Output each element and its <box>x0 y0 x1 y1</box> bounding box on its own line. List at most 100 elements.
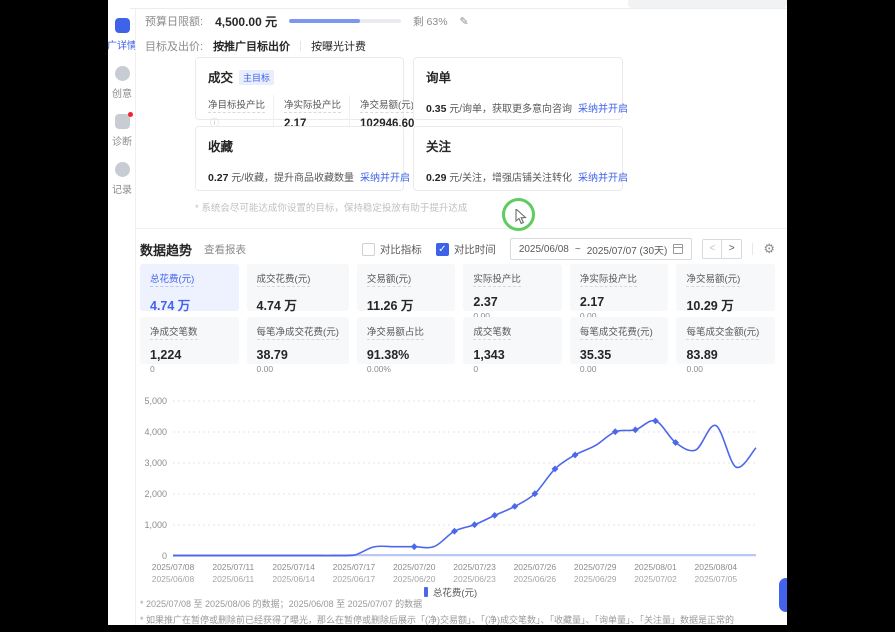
checkbox-unchecked-icon[interactable] <box>362 243 375 256</box>
side-nav-rail: 广详情创意诊断记录 <box>108 9 136 625</box>
chevron-right-icon[interactable]: > <box>722 240 741 258</box>
metric-value: 2.17 <box>580 295 659 309</box>
sidebar-item-diagnosis[interactable]: 诊断 <box>108 114 136 148</box>
metric-compare-value: 0 <box>473 364 552 374</box>
metric-card[interactable]: 每笔成交花费(元)35.350.00 <box>570 317 669 364</box>
data-point-marker[interactable] <box>491 512 498 519</box>
metric-card[interactable]: 净交易额占比91.38%0.00% <box>357 317 456 364</box>
data-point-marker[interactable] <box>511 503 518 510</box>
metric-value: 4.74 万 <box>150 295 229 314</box>
header-separator <box>752 243 753 255</box>
goal-cards: 成交主目标 净目标投产比ⓘ2.45✎净实际投产比2.17净交易额(元)10294… <box>195 57 623 191</box>
x-axis-tick-label-current: 2025/08/01 <box>634 562 677 572</box>
data-point-marker[interactable] <box>652 417 659 424</box>
sidebar-item-label: 诊断 <box>112 133 132 148</box>
compare-metric-checkbox[interactable]: 对比指标 <box>362 242 422 257</box>
checkbox-checked-icon[interactable]: ✓ <box>436 243 449 256</box>
adopt-enable-link[interactable]: 采纳并开启 <box>578 173 628 184</box>
mouse-cursor-icon <box>515 209 529 225</box>
metric-card[interactable]: 成交花费(元)4.74 万0.00 <box>247 264 349 311</box>
goal-stat-label: 净实际投产比 <box>284 97 341 113</box>
metric-card[interactable]: 每笔净成交花费(元)38.790.00 <box>247 317 349 364</box>
metric-card[interactable]: 实际投产比2.370.00 <box>463 264 562 311</box>
goal-card-body: 0.27 元/收藏，提升商品收藏数量采纳并开启 <box>208 169 391 184</box>
notification-dot <box>128 112 133 117</box>
primary-goal-badge: 主目标 <box>239 70 274 85</box>
gear-icon[interactable]: ⚙ <box>763 241 775 257</box>
tab-bid-by-goal[interactable]: 按推广目标出价 <box>213 38 290 54</box>
goal-note: * 系统会尽可能达成你设置的目标，保持稳定投放有助于提升达成 <box>195 200 467 214</box>
data-point-marker[interactable] <box>471 521 478 528</box>
chevron-left-icon[interactable]: < <box>703 240 722 258</box>
goal-card-title: 成交 <box>208 67 233 86</box>
content-panel: 广详情创意诊断记录 预算日限额: 4,500.00 元 剩 63% ✎ 目标及出… <box>108 0 787 625</box>
metric-label: 实际投产比 <box>473 271 521 287</box>
x-axis-tick-label-current: 2025/07/26 <box>514 562 557 572</box>
goal-card-favorite: 收藏 0.27 元/收藏，提升商品收藏数量采纳并开启 <box>195 126 404 191</box>
tab-bid-by-impression[interactable]: 按曝光计费 <box>311 38 366 54</box>
metric-label: 每笔成交金额(元) <box>686 324 759 340</box>
budget-edit-icon[interactable]: ✎ <box>460 15 469 28</box>
metric-label: 总花费(元) <box>150 271 194 287</box>
data-point-marker[interactable] <box>632 426 639 433</box>
compare-time-checkbox[interactable]: ✓ 对比时间 <box>436 242 496 257</box>
adopt-enable-link[interactable]: 采纳并开启 <box>360 173 410 184</box>
metric-label: 每笔净成交花费(元) <box>257 324 339 340</box>
metric-value: 35.35 <box>580 348 659 362</box>
x-axis-tick-label-compare: 2025/06/20 <box>393 574 436 584</box>
metric-card[interactable]: 净成交笔数1,2240 <box>140 317 239 364</box>
goal-rate: 0.27 <box>208 172 228 184</box>
metric-value: 38.79 <box>257 348 339 362</box>
y-axis-tick-label: 4,000 <box>144 427 167 437</box>
metric-label: 成交花费(元) <box>257 271 311 287</box>
data-point-marker[interactable] <box>411 543 418 550</box>
sidebar-item-history[interactable]: 记录 <box>108 162 136 196</box>
data-point-marker[interactable] <box>612 428 619 435</box>
metric-card[interactable]: 净交易额(元)10.29 万0.00 <box>676 264 775 311</box>
metric-cards: 总花费(元)4.74 万0.00成交花费(元)4.74 万0.00交易额(元)1… <box>140 264 775 364</box>
metric-card[interactable]: 交易额(元)11.26 万0.00 <box>357 264 456 311</box>
goal-card-title: 收藏 <box>208 136 233 155</box>
section-divider <box>136 228 787 229</box>
goal-card-title: 关注 <box>426 136 451 155</box>
adopt-enable-link[interactable]: 采纳并开启 <box>578 104 628 115</box>
metric-label: 净交易额占比 <box>367 324 424 340</box>
trend-title: 数据趋势 <box>140 240 192 259</box>
compare-metric-label: 对比指标 <box>380 242 422 257</box>
x-axis-tick-label-compare: 2025/07/05 <box>695 574 738 584</box>
x-axis-tick-label-current: 2025/07/17 <box>333 562 376 572</box>
x-axis-tick-label-compare: 2025/06/14 <box>272 574 315 584</box>
x-axis-tick-label-current: 2025/07/14 <box>272 562 315 572</box>
metric-label: 净实际投产比 <box>580 271 637 287</box>
data-point-marker[interactable] <box>572 452 579 459</box>
creative-icon <box>115 66 130 81</box>
metric-value: 1,224 <box>150 348 229 362</box>
x-axis-tick-label-compare: 2025/06/23 <box>453 574 496 584</box>
metric-card[interactable]: 成交笔数1,3430 <box>463 317 562 364</box>
metric-card[interactable]: 总花费(元)4.74 万0.00 <box>140 264 239 311</box>
metric-compare-value: 0.00% <box>367 364 446 374</box>
goal-stat-label: 净交易额(元) <box>360 97 414 113</box>
date-range-picker[interactable]: 2025/06/08 ~ 2025/07/07 (30天) <box>510 238 693 260</box>
x-axis-tick-label-compare: 2025/06/17 <box>333 574 376 584</box>
y-axis-tick-label: 0 <box>162 551 167 561</box>
x-axis-tick-label-current: 2025/07/08 <box>152 562 195 572</box>
metric-compare-value: 0.00 <box>686 364 765 374</box>
x-axis-tick-label-current: 2025/07/23 <box>453 562 496 572</box>
goal-card-body: 0.29 元/关注，增强店铺关注转化采纳并开启 <box>426 169 610 184</box>
metric-card[interactable]: 净实际投产比2.170.00 <box>570 264 669 311</box>
sidebar-item-campaign-detail[interactable]: 广详情 <box>108 18 136 52</box>
metric-label: 交易额(元) <box>367 271 411 287</box>
view-report-link[interactable]: 查看报表 <box>204 242 246 257</box>
x-axis-tick-label-compare: 2025/06/29 <box>574 574 617 584</box>
y-axis-tick-label: 1,000 <box>144 520 167 530</box>
tab-divider <box>300 41 301 51</box>
sidebar-item-creative[interactable]: 创意 <box>108 66 136 100</box>
metric-card[interactable]: 每笔成交金额(元)83.890.00 <box>676 317 775 364</box>
metric-value: 2.37 <box>473 295 552 309</box>
sidebar-item-label: 广详情 <box>108 37 136 52</box>
top-scroll-remnant <box>628 0 787 8</box>
goal-card-deal: 成交主目标 净目标投产比ⓘ2.45✎净实际投产比2.17净交易额(元)10294… <box>195 57 404 120</box>
x-axis-tick-label-current: 2025/07/20 <box>393 562 436 572</box>
metric-compare-value: 0 <box>150 364 229 374</box>
